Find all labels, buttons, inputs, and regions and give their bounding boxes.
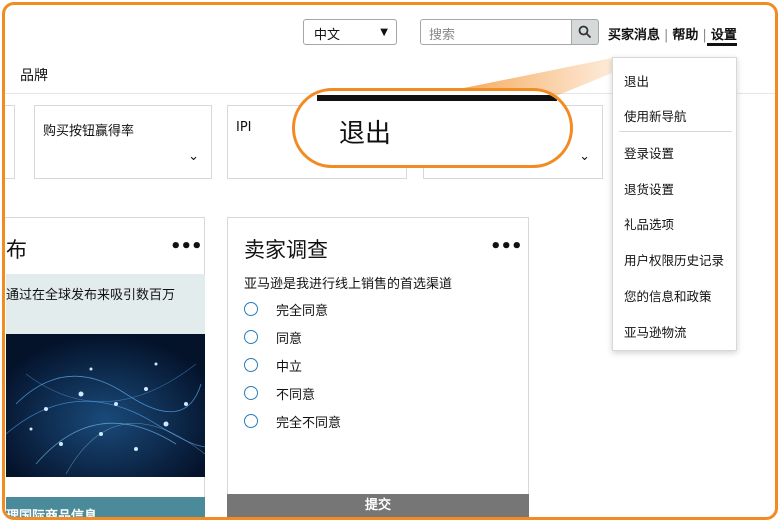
- menu-item-login-settings[interactable]: 登录设置: [624, 143, 674, 162]
- app-frame: 中文 ▼ 搜索 买家消息 | 帮助 | 设置 品牌 购买按钮赢得率 ⌄ IPI ⌄ 布 …: [2, 2, 778, 520]
- callout-top-bar: [317, 95, 557, 101]
- settings-menu: 退出 使用新导航 登录设置 退货设置 礼品选项 用户权限历史记录 您的信息和政策…: [612, 57, 737, 351]
- menu-item-return-settings[interactable]: 退货设置: [624, 179, 674, 198]
- callout-text: 退出: [339, 119, 392, 149]
- menu-item-fba[interactable]: 亚马逊物流: [624, 322, 687, 341]
- menu-item-info-and-policies[interactable]: 您的信息和政策: [624, 286, 712, 305]
- callout-bubble: 退出: [292, 88, 573, 168]
- menu-item-logout[interactable]: 退出: [624, 71, 649, 90]
- menu-item-user-permissions-history[interactable]: 用户权限历史记录: [624, 250, 724, 269]
- menu-item-new-navigation[interactable]: 使用新导航: [624, 106, 687, 125]
- menu-separator: [619, 131, 732, 132]
- menu-item-gift-options[interactable]: 礼品选项: [624, 214, 674, 233]
